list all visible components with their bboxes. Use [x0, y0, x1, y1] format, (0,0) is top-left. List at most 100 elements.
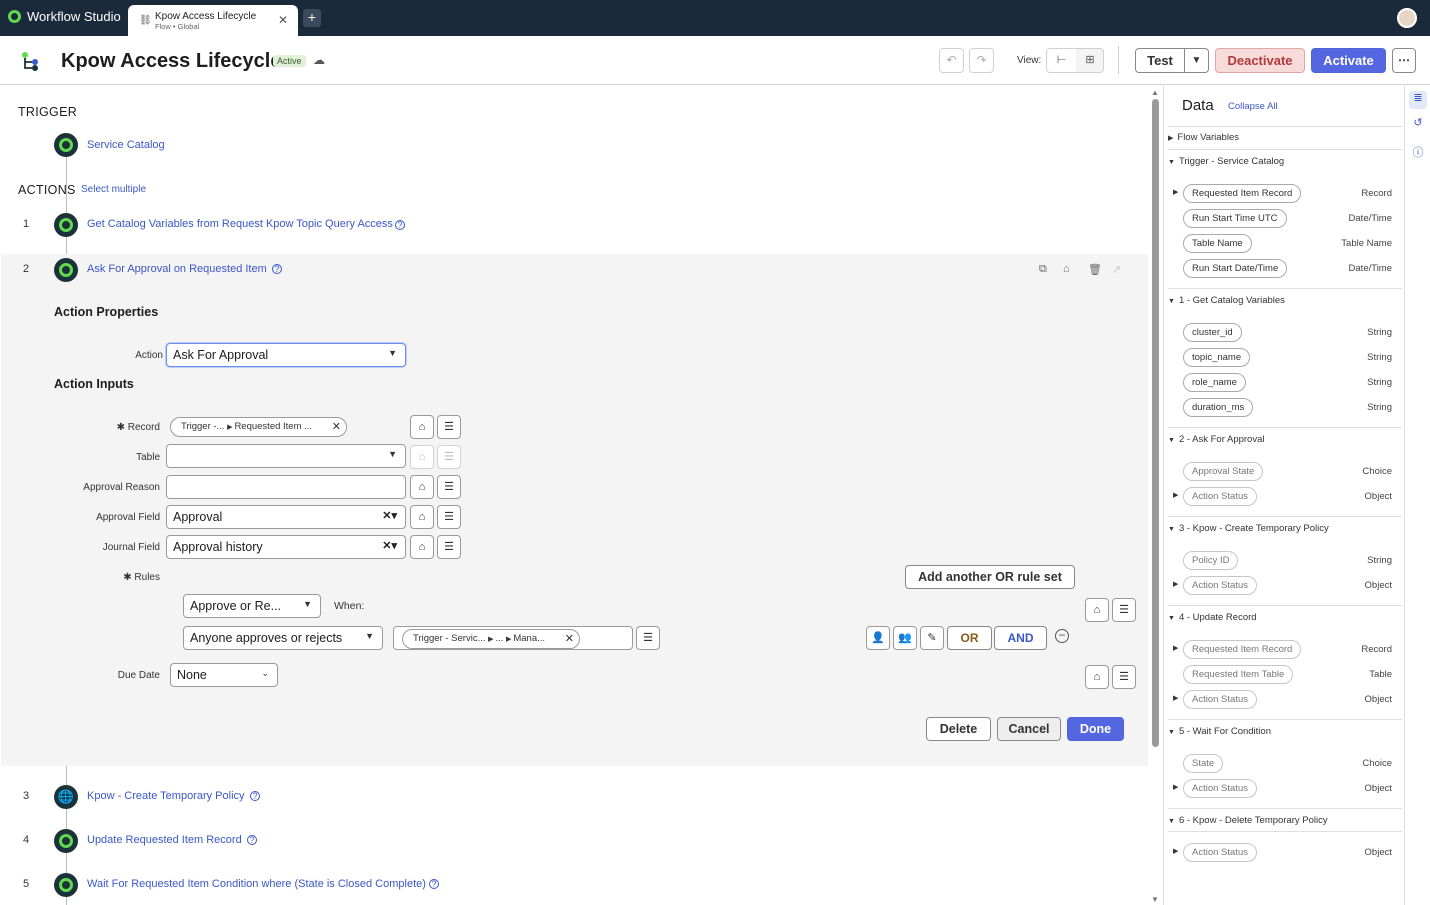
- remove-pill-icon[interactable]: ✕: [565, 632, 574, 645]
- help-icon[interactable]: ?: [272, 264, 282, 274]
- help-icon[interactable]: ?: [429, 879, 439, 889]
- data-pill[interactable]: Action Status: [1183, 576, 1257, 595]
- data-pill-picker-button[interactable]: ☰: [1112, 598, 1136, 622]
- data-section-step-6[interactable]: ▼ 6 - Kpow - Delete Temporary Policy: [1168, 815, 1402, 835]
- journal-field-select[interactable]: Approval history ✕▾: [166, 535, 406, 559]
- user-button[interactable]: 👤: [866, 626, 890, 650]
- step-4-link[interactable]: Update Requested Item Record: [87, 834, 242, 846]
- data-pill[interactable]: duration_ms: [1183, 398, 1254, 417]
- clear-chevron-icon[interactable]: ✕▾: [382, 539, 397, 552]
- expand-icon[interactable]: ▶: [1173, 694, 1178, 702]
- approval-reason-input[interactable]: [166, 475, 406, 499]
- app-title[interactable]: Workflow Studio: [8, 9, 121, 24]
- step-2-link[interactable]: Ask For Approval on Requested Item: [87, 263, 267, 275]
- copy-icon[interactable]: ⧉: [1039, 263, 1047, 276]
- data-pill[interactable]: Action Status: [1183, 690, 1257, 709]
- rule-data-pill[interactable]: Trigger - Servic... ▶ ... ▶ Mana... ✕: [402, 629, 580, 649]
- help-icon[interactable]: ⓘ: [1409, 144, 1427, 162]
- data-pill[interactable]: Action Status: [1183, 779, 1257, 798]
- script-button[interactable]: ⌂: [410, 415, 434, 439]
- scroll-up-icon[interactable]: ▲: [1151, 88, 1159, 97]
- table-select[interactable]: ▼: [166, 444, 406, 468]
- help-icon[interactable]: ?: [250, 791, 260, 801]
- tab-flow[interactable]: ⛓ Kpow Access Lifecycle Flow • Global ✕: [128, 5, 298, 36]
- script-button[interactable]: ⌂: [410, 445, 434, 469]
- clear-chevron-icon[interactable]: ✕▾: [382, 509, 397, 522]
- open-external-icon[interactable]: ↗: [1112, 263, 1121, 276]
- close-tab-icon[interactable]: ✕: [278, 13, 288, 27]
- and-button[interactable]: AND: [994, 626, 1047, 650]
- script-button[interactable]: ⌂: [1085, 598, 1109, 622]
- data-pill[interactable]: Action Status: [1183, 843, 1257, 862]
- data-section-flow-variables[interactable]: ▶ Flow Variables: [1168, 132, 1402, 150]
- expand-icon[interactable]: ▶: [1173, 644, 1178, 652]
- trigger-link[interactable]: Service Catalog: [87, 139, 165, 151]
- data-pill-picker-button[interactable]: ☰: [636, 626, 660, 650]
- cloud-sync-icon[interactable]: ☁: [313, 53, 325, 67]
- scroll-down-icon[interactable]: ▼: [1151, 895, 1159, 904]
- add-or-rule-set-button[interactable]: Add another OR rule set: [905, 565, 1075, 589]
- help-icon[interactable]: ?: [247, 835, 257, 845]
- delete-button[interactable]: Delete: [926, 717, 991, 741]
- data-pill[interactable]: Table Name: [1183, 234, 1252, 253]
- script-button[interactable]: ⌂: [410, 505, 434, 529]
- data-pill[interactable]: Policy ID: [1183, 551, 1239, 570]
- database-icon[interactable]: ≣: [1409, 91, 1427, 109]
- step-5-link[interactable]: Wait For Requested Item Condition where …: [87, 878, 426, 890]
- data-pill[interactable]: Requested Item Table: [1183, 665, 1294, 684]
- remove-pill-icon[interactable]: ✕: [332, 420, 341, 433]
- script-button[interactable]: ⌂: [410, 535, 434, 559]
- due-date-select[interactable]: None ⌄: [170, 663, 278, 687]
- data-pill-picker-button[interactable]: ☰: [437, 415, 461, 439]
- data-pill-picker-button[interactable]: ☰: [437, 535, 461, 559]
- data-pill[interactable]: Run Start Date/Time: [1183, 259, 1288, 278]
- more-options-button[interactable]: ⋯: [1392, 48, 1416, 73]
- tree-view-icon[interactable]: ⊢: [1047, 49, 1076, 72]
- data-pill[interactable]: Action Status: [1183, 487, 1257, 506]
- cancel-button[interactable]: Cancel: [997, 717, 1061, 741]
- test-dropdown-button[interactable]: ▼: [1184, 48, 1209, 73]
- remove-condition-icon[interactable]: −: [1055, 629, 1069, 643]
- expand-icon[interactable]: ▶: [1173, 847, 1178, 855]
- done-button[interactable]: Done: [1067, 717, 1124, 741]
- undo-button[interactable]: ↶: [939, 48, 964, 73]
- trash-icon[interactable]: 🗑: [1088, 263, 1102, 276]
- group-button[interactable]: 👥: [893, 626, 917, 650]
- rule-action-select[interactable]: Approve or Re... ▼: [183, 594, 321, 618]
- or-button[interactable]: OR: [947, 626, 992, 650]
- grid-view-icon[interactable]: ⊞: [1076, 49, 1104, 72]
- rule-condition-select[interactable]: Anyone approves or rejects ▼: [183, 626, 383, 650]
- rule-value-field[interactable]: Trigger - Servic... ▶ ... ▶ Mana... ✕: [393, 626, 633, 650]
- redo-button[interactable]: ↷: [969, 48, 994, 73]
- data-pill-picker-button[interactable]: ☰: [437, 505, 461, 529]
- collapse-all-link[interactable]: Collapse All: [1228, 101, 1278, 112]
- data-pill[interactable]: cluster_id: [1183, 323, 1242, 342]
- deactivate-button[interactable]: Deactivate: [1215, 48, 1305, 73]
- data-pill[interactable]: Approval State: [1183, 462, 1264, 481]
- comment-icon[interactable]: ⌂: [1063, 263, 1070, 275]
- test-button[interactable]: Test: [1135, 48, 1185, 73]
- step-1-link[interactable]: Get Catalog Variables from Request Kpow …: [87, 218, 393, 230]
- expand-icon[interactable]: ▶: [1173, 580, 1178, 588]
- manual-user-button[interactable]: ✎: [920, 626, 944, 650]
- data-pill[interactable]: role_name: [1183, 373, 1246, 392]
- data-pill-picker-button[interactable]: ☰: [437, 445, 461, 469]
- approval-field-select[interactable]: Approval ✕▾: [166, 505, 406, 529]
- data-pill[interactable]: topic_name: [1183, 348, 1251, 367]
- data-pill-picker-button[interactable]: ☰: [437, 475, 461, 499]
- expand-icon[interactable]: ▶: [1173, 188, 1178, 196]
- script-button[interactable]: ⌂: [1085, 665, 1109, 689]
- data-pill[interactable]: State: [1183, 754, 1224, 773]
- action-select[interactable]: Ask For Approval ▼: [166, 343, 406, 367]
- record-data-pill[interactable]: Trigger -... ▶ Requested Item ... ✕: [170, 417, 347, 437]
- script-button[interactable]: ⌂: [410, 475, 434, 499]
- avatar[interactable]: [1397, 8, 1417, 28]
- expand-icon[interactable]: ▶: [1173, 783, 1178, 791]
- data-pill-picker-button[interactable]: ☰: [1112, 665, 1136, 689]
- data-pill[interactable]: Requested Item Record: [1183, 184, 1302, 203]
- add-tab-button[interactable]: +: [303, 9, 321, 27]
- activate-button[interactable]: Activate: [1311, 48, 1386, 73]
- select-multiple-link[interactable]: Select multiple: [81, 184, 146, 195]
- data-pill[interactable]: Run Start Time UTC: [1183, 209, 1287, 228]
- step-3-link[interactable]: Kpow - Create Temporary Policy: [87, 790, 245, 802]
